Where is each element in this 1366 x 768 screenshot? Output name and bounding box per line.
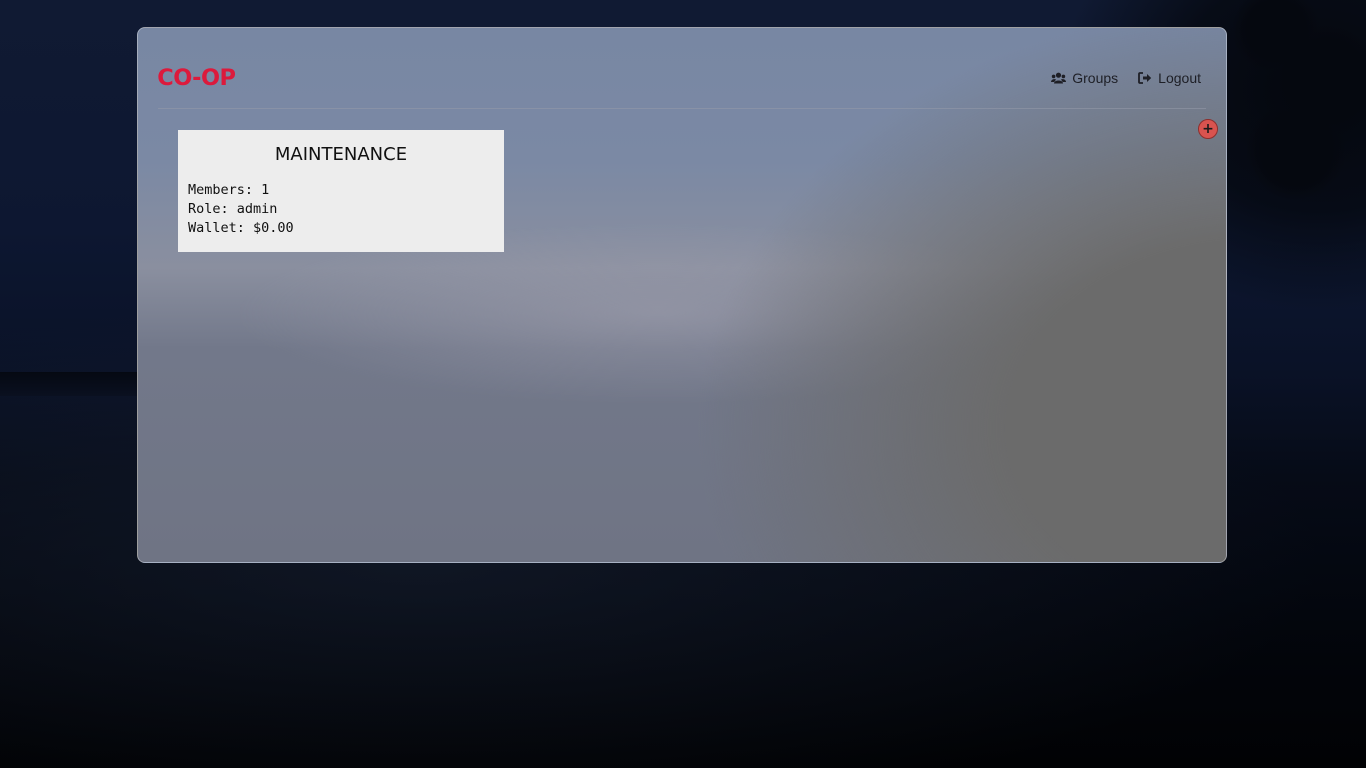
group-name: MAINTENANCE — [274, 144, 408, 165]
nav-groups-link[interactable]: Groups — [1051, 68, 1118, 88]
group-wallet: Wallet: $0.00 — [188, 220, 294, 236]
group-members: Members: 1 — [188, 182, 270, 198]
nav-groups-label: Groups — [1072, 70, 1119, 86]
background-shoreline — [0, 372, 160, 396]
users-icon — [1051, 72, 1067, 84]
sign-out-icon — [1138, 72, 1152, 84]
header-divider — [158, 108, 1206, 109]
group-card[interactable]: MAINTENANCE Members: 1 Role: admin Walle… — [178, 130, 504, 252]
group-role: Role: admin — [188, 201, 278, 217]
nav-logout-link[interactable]: Logout — [1138, 68, 1201, 88]
nav-logout-label: Logout — [1158, 70, 1201, 86]
app-logo[interactable]: CO-OP — [157, 65, 236, 93]
add-group-button[interactable]: + — [1198, 119, 1218, 139]
plus-icon: + — [1202, 120, 1214, 137]
top-nav: Groups Logout — [1051, 68, 1201, 88]
main-panel: CO-OP Groups Logout + MAINTENANCE Member… — [137, 27, 1227, 563]
background-tree-silhouette — [1216, 0, 1366, 200]
